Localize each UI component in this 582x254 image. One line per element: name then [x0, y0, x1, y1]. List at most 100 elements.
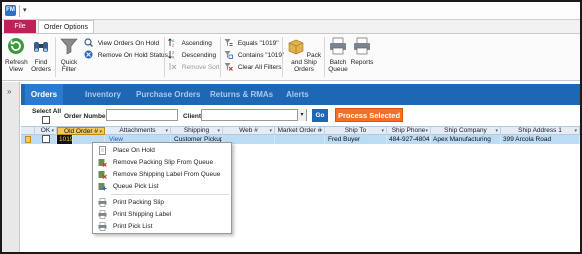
remove-on-hold-button[interactable]: Remove On Hold Status: [84, 50, 168, 61]
reports-button[interactable]: Reports: [350, 37, 374, 66]
chevron-down-icon[interactable]: ▾: [425, 127, 428, 135]
app-window: FM ▾ File Order Options Refresh View Fin…: [0, 0, 582, 254]
context-menu: Place On Hold Remove Packing Slip From Q…: [92, 142, 232, 234]
filter-bar: Select All Order Number Client ▾ Go Proc…: [21, 105, 580, 127]
chevron-down-icon[interactable]: ▾: [51, 127, 54, 135]
cell-ship-address: 399 Arcola Road: [503, 135, 580, 144]
chevron-down-icon[interactable]: ▾: [319, 127, 322, 135]
nav-inventory[interactable]: Inventory: [85, 84, 121, 105]
menu-item-print-pick-list[interactable]: Print Pick List: [93, 221, 231, 232]
menu-separator: [111, 194, 229, 195]
filter-contains-button[interactable]: Contains "1019": [224, 50, 284, 61]
refresh-icon: [8, 38, 24, 54]
funnel-icon: [60, 38, 78, 55]
nav-returns-rmas[interactable]: Returns & RMAs: [210, 84, 273, 105]
quick-filter-button[interactable]: Quick Filter: [58, 37, 80, 73]
filter-equals-button[interactable]: Equals "1019": [224, 38, 279, 49]
order-number-label: Order Number: [64, 113, 109, 120]
menu-item-print-shipping-label[interactable]: Print Shipping Label: [93, 209, 231, 220]
view-on-hold-button[interactable]: View Orders On Hold: [84, 38, 159, 49]
menu-item-label: Print Packing Slip: [113, 199, 164, 206]
menu-item-remove-shipping-label[interactable]: Remove Shipping Label From Queue: [93, 169, 231, 180]
col-ship-address[interactable]: Ship Address 1 ▾: [501, 127, 580, 135]
client-select[interactable]: ▾: [201, 109, 307, 121]
menu-item-label: Print Pick List: [113, 223, 153, 230]
sort-descending-icon: ZA: [168, 51, 175, 59]
refresh-view-label: Refresh View: [5, 59, 28, 73]
chevron-down-icon[interactable]: ▾: [269, 127, 272, 135]
printer-icon: [330, 37, 346, 55]
chevron-down-icon[interactable]: ▾: [165, 127, 168, 135]
col-attachments-label: Attachments: [119, 127, 156, 134]
col-market-order[interactable]: Market Order # ▾: [275, 127, 325, 135]
col-ship-address-label: Ship Address 1: [518, 127, 562, 134]
ribbon-divider: [220, 37, 221, 77]
col-shipping[interactable]: Shipping ▾: [171, 127, 223, 135]
grid-header: OK ▾ Old Order # ▾ Attachments ▾ Shipping ▾ …: [21, 126, 580, 135]
pack-and-ship-label: Pack and Ship Orders: [291, 52, 322, 73]
row-ok-checkbox[interactable]: [42, 135, 50, 143]
ascending-label: Ascending: [181, 40, 212, 47]
qat-dropdown-icon[interactable]: ▾: [23, 6, 27, 14]
qat-separator: [19, 5, 20, 17]
find-orders-button[interactable]: Find Orders: [30, 37, 52, 73]
refresh-view-button[interactable]: Refresh View: [5, 37, 28, 73]
remove-icon: [84, 50, 93, 59]
col-ship-phone-label: Ship Phone: [391, 127, 426, 134]
col-ship-phone[interactable]: Ship Phone ▾: [387, 127, 431, 135]
menu-item-print-packing-slip[interactable]: Print Packing Slip: [93, 197, 231, 208]
ribbon-divider: [164, 37, 165, 77]
collapsed-side-panel[interactable]: »: [2, 82, 20, 252]
ribbon-divider: [324, 37, 325, 77]
sort-descending-button[interactable]: ZA Descending: [168, 50, 216, 61]
svg-text:A: A: [172, 39, 175, 43]
descending-label: Descending: [181, 52, 217, 59]
printer-icon: [354, 37, 370, 55]
batch-queue-button[interactable]: Batch Queue: [326, 37, 350, 73]
svg-text:Z: Z: [172, 44, 175, 48]
col-old-order[interactable]: Old Order # ▾: [57, 127, 105, 135]
app-icon[interactable]: FM: [5, 5, 16, 16]
col-web[interactable]: Web # ▾: [223, 127, 275, 135]
remove-sort-button[interactable]: Remove Sort: [168, 62, 220, 73]
menu-item-place-on-hold[interactable]: Place On Hold: [93, 145, 231, 156]
document-icon: [99, 146, 106, 155]
chevron-down-icon[interactable]: ▾: [217, 127, 220, 135]
col-ship-company[interactable]: Ship Company ▾: [431, 127, 501, 135]
remove-sort-icon: [169, 63, 177, 70]
col-attachments[interactable]: Attachments ▾: [105, 127, 171, 135]
menu-item-remove-packing-slip[interactable]: Remove Packing Slip From Queue: [93, 157, 231, 168]
menu-item-queue-pick-list[interactable]: Queue Pick List: [93, 181, 231, 192]
nav-orders[interactable]: Orders: [25, 84, 63, 105]
chevron-down-icon[interactable]: ▾: [381, 127, 384, 135]
clear-all-filters-button[interactable]: Clear All Filters: [224, 62, 282, 73]
batch-queue-label: Batch Queue: [328, 59, 348, 73]
contains-label: Contains "1019": [237, 52, 285, 59]
process-selected-button[interactable]: Process Selected: [335, 108, 403, 122]
equals-label: Equals "1019": [237, 40, 279, 47]
sort-ascending-button[interactable]: AZ Ascending: [168, 38, 212, 49]
chevron-down-icon[interactable]: ▾: [99, 128, 102, 134]
col-web-label: Web #: [239, 127, 258, 134]
tab-order-options[interactable]: Order Options: [38, 20, 94, 34]
col-old-order-label: Old Order #: [64, 128, 98, 135]
remove-queue-icon: [98, 171, 107, 179]
nav-alerts[interactable]: Alerts: [286, 84, 309, 105]
reports-label: Reports: [350, 59, 374, 66]
cell-order-number[interactable]: 1019: [57, 135, 73, 144]
col-ok[interactable]: OK ▾: [35, 127, 57, 135]
col-ship-company-label: Ship Company: [444, 127, 487, 134]
select-all-checkbox[interactable]: [42, 116, 50, 124]
expand-chevron-icon[interactable]: »: [7, 87, 11, 96]
chevron-down-icon[interactable]: ▾: [297, 109, 306, 121]
tab-file[interactable]: File: [4, 20, 36, 34]
col-ship-to[interactable]: Ship To ▾: [325, 127, 387, 135]
go-button[interactable]: Go: [312, 109, 328, 122]
select-all-label: Select All: [32, 108, 62, 115]
chevron-down-icon[interactable]: ▾: [495, 127, 498, 135]
nav-purchase-orders[interactable]: Purchase Orders: [136, 84, 200, 105]
cell-ok[interactable]: [35, 135, 57, 144]
pack-and-ship-button[interactable]: Pack and Ship Orders: [286, 37, 322, 73]
chevron-down-icon[interactable]: ▾: [574, 127, 577, 135]
order-number-input[interactable]: [106, 109, 178, 121]
